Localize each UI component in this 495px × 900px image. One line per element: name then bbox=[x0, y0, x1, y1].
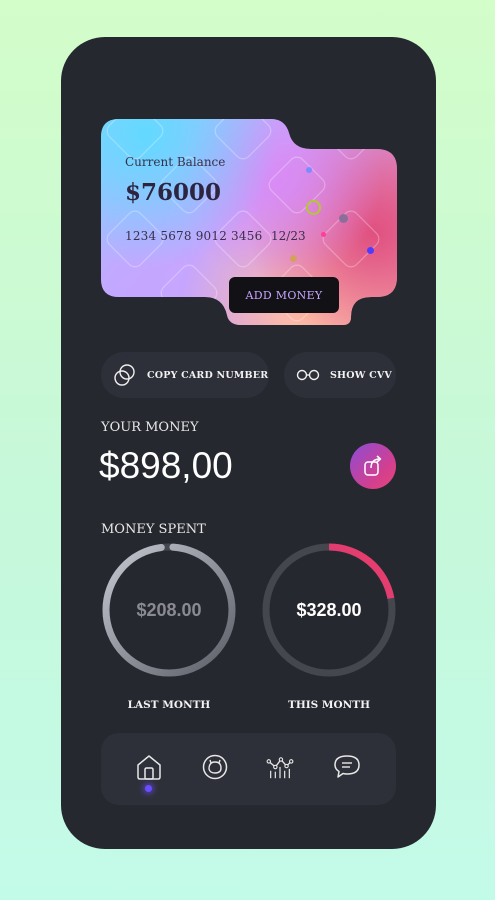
home-icon bbox=[137, 755, 161, 780]
this-month-caption: THIS MONTH bbox=[288, 699, 370, 711]
nav-wallet[interactable] bbox=[201, 753, 229, 781]
chat-icon bbox=[334, 755, 360, 778]
this-month-value: $328.00 bbox=[296, 600, 362, 620]
card-number: 1234 5678 9012 3456 bbox=[125, 229, 263, 243]
copy-card-number-button[interactable]: COPY CARD NUMBER bbox=[101, 352, 269, 398]
decor-dot bbox=[290, 255, 297, 262]
transfer-icon bbox=[364, 455, 382, 476]
chart-icon bbox=[266, 757, 294, 779]
show-cvv-label: SHOW CVV bbox=[330, 369, 392, 381]
decor-dot bbox=[367, 247, 374, 254]
last-month-value: $208.00 bbox=[136, 600, 202, 620]
card-expiry: 12/23 bbox=[271, 229, 306, 243]
your-money-value: $898,00 bbox=[99, 445, 233, 486]
nav-stats[interactable] bbox=[266, 753, 294, 781]
last-month-ring: $208.00 bbox=[99, 540, 239, 680]
wallet-icon bbox=[202, 754, 228, 780]
your-money-label: YOUR MONEY bbox=[101, 420, 199, 435]
money-spent-label: MONEY SPENT bbox=[101, 522, 206, 537]
add-money-button[interactable]: ADD MONEY bbox=[229, 277, 339, 313]
show-cvv-button[interactable]: SHOW CVV bbox=[284, 352, 396, 398]
this-month-ring: $328.00 bbox=[259, 540, 399, 680]
copy-icon bbox=[114, 364, 135, 386]
decor-dot bbox=[306, 167, 312, 173]
card-balance-value: $76000 bbox=[125, 179, 222, 206]
nav-active-indicator bbox=[145, 785, 152, 792]
last-month-caption: LAST MONTH bbox=[127, 699, 211, 711]
transfer-button[interactable] bbox=[350, 443, 396, 489]
copy-card-number-label: COPY CARD NUMBER bbox=[147, 369, 269, 381]
bottom-nav bbox=[101, 733, 396, 805]
card-balance-label: Current Balance bbox=[125, 155, 226, 169]
decor-dot bbox=[339, 214, 348, 223]
decor-ring bbox=[306, 200, 321, 215]
nav-messages[interactable] bbox=[333, 753, 361, 781]
nav-home[interactable] bbox=[135, 753, 163, 781]
glasses-icon bbox=[296, 369, 320, 381]
decor-dot bbox=[321, 232, 326, 237]
phone-screen: Current Balance $76000 1234 5678 9012 34… bbox=[61, 37, 436, 849]
